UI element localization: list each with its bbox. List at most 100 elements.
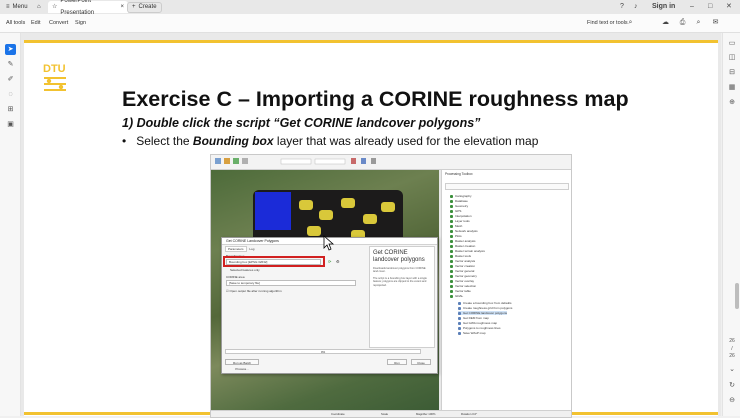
toolbox-provider-item[interactable]: Vector overlay xyxy=(450,279,474,283)
toolbox-group-icon xyxy=(450,199,453,203)
batch-process-button[interactable]: Run as Batch Process... xyxy=(225,359,259,371)
toolbox-group-icon xyxy=(450,279,453,283)
qgis-toolbar-icons xyxy=(215,158,376,165)
toolbox-script-item[interactable]: Create a bounding box from defaults xyxy=(458,301,512,305)
toolbox-group-icon xyxy=(450,274,453,278)
status-scale: Scale xyxy=(381,412,388,416)
toolbox-group-icon xyxy=(450,244,453,248)
toolbox-group-icon xyxy=(450,204,453,208)
highlight-box xyxy=(223,256,325,267)
cloud-upload-icon[interactable]: ☁ xyxy=(661,18,670,27)
star-icon: ☆ xyxy=(52,4,58,10)
script-icon xyxy=(458,331,461,335)
chevron-down-icon[interactable]: ⌄ xyxy=(727,365,737,375)
toolbox-provider-item[interactable]: Interpolation xyxy=(450,214,472,218)
find-tools-label[interactable]: Find text or tools xyxy=(587,17,628,29)
tab-powerpoint-presentation[interactable]: ☆ PowerPoint Presentation × xyxy=(48,0,128,16)
toolbox-provider-item[interactable]: Database xyxy=(450,199,468,203)
bell-icon[interactable]: ♪ xyxy=(634,1,638,13)
menu-icon: ≡ xyxy=(6,4,10,10)
toolbox-provider-item[interactable]: Geometry xyxy=(450,204,468,208)
toolbox-group-icon xyxy=(450,289,453,293)
selected-only-checkbox[interactable]: Selected features only xyxy=(230,268,260,272)
refresh-icon[interactable]: ↻ xyxy=(727,381,737,391)
tab-parameters[interactable]: Parameters xyxy=(225,246,247,252)
toolbox-provider-item[interactable]: Raster analysis xyxy=(450,239,476,243)
toolbox-provider-item[interactable]: Vector general xyxy=(450,269,474,273)
toolbox-provider-item[interactable]: Raster tools xyxy=(450,254,471,258)
lasso-icon[interactable]: ◌ xyxy=(5,89,16,100)
toolbox-provider-item[interactable]: Plots xyxy=(450,234,462,238)
print-icon[interactable]: ⎙ xyxy=(678,18,687,27)
share-icon[interactable]: ✉ xyxy=(711,18,720,27)
toolbox-provider-item[interactable]: Cartography xyxy=(450,194,472,198)
thumbnails-icon[interactable]: ▦ xyxy=(727,83,737,93)
all-tools-menu[interactable]: All tools xyxy=(6,17,25,29)
tab-log[interactable]: Log xyxy=(247,247,256,251)
qgis-statusbar: Coordinate Scale Magnifier 100% Rotation… xyxy=(211,410,571,417)
pen-icon[interactable]: ✐ xyxy=(5,74,16,85)
create-button[interactable]: + Create xyxy=(127,2,162,13)
wrench-icon[interactable]: ⚙ xyxy=(336,259,340,264)
toolbox-script-item[interactable]: Get GWA roughness map xyxy=(458,321,497,325)
toolbox-script-item[interactable]: Get CORINE landcover polygons xyxy=(458,311,508,315)
select-cursor-icon[interactable]: ➤ xyxy=(5,44,16,55)
toolbox-provider-item[interactable]: GPS xyxy=(450,209,461,213)
iterate-icon[interactable]: ⟳ xyxy=(328,259,331,264)
slide-title: Exercise C – Importing a CORINE roughnes… xyxy=(122,87,629,111)
toolbox-provider-item[interactable]: Vector table xyxy=(450,289,471,293)
bookmark-icon[interactable]: ⊟ xyxy=(727,68,737,78)
search-doc-icon[interactable]: ⌕ xyxy=(694,18,703,27)
close-button[interactable]: Close xyxy=(411,359,431,365)
text-select-icon[interactable]: ⊞ xyxy=(5,104,16,115)
comments-panel-icon[interactable]: ▭ xyxy=(727,39,737,49)
run-button[interactable]: Run xyxy=(387,359,407,365)
document-viewer[interactable]: DTU Exercise C – Importing a CORINE roug… xyxy=(21,33,739,418)
search-icon[interactable]: ⌕ xyxy=(626,18,635,27)
convert-menu[interactable]: Convert xyxy=(49,17,68,29)
toolbox-script-item[interactable]: Create roughness grid from polygons xyxy=(458,306,512,310)
chat-icon[interactable]: ◫ xyxy=(727,53,737,63)
window-close-icon[interactable]: ✕ xyxy=(726,1,732,13)
tab-menu[interactable]: ≡ Menu xyxy=(2,1,32,13)
water-area xyxy=(255,192,291,230)
toolbox-group-icon xyxy=(450,234,453,238)
toolbox-provider-item[interactable]: Mesh xyxy=(450,224,462,228)
sign-in-button[interactable]: Sign in xyxy=(652,1,675,13)
toolbox-provider-item[interactable]: Raster creation xyxy=(450,244,475,248)
toolbox-provider-item[interactable]: GDAL xyxy=(450,294,463,298)
slide-page: DTU Exercise C – Importing a CORINE roug… xyxy=(24,40,718,418)
edit-menu[interactable]: Edit xyxy=(31,17,40,29)
sign-menu[interactable]: Sign xyxy=(75,17,86,29)
toolbox-search-input[interactable] xyxy=(445,183,569,190)
toolbox-group-icon xyxy=(450,294,453,298)
minimize-icon[interactable]: – xyxy=(690,1,694,13)
toolbox-provider-item[interactable]: Vector analysis xyxy=(450,259,475,263)
open-after-checkbox[interactable]: ☑ Open output file after running algorit… xyxy=(226,289,282,293)
toolbox-group-icon xyxy=(450,219,453,223)
help-icon[interactable]: ? xyxy=(620,1,624,13)
help-text-2: The script is a bounding box layer with … xyxy=(373,277,427,287)
toolbox-script-item[interactable]: Polygons to roughness lines xyxy=(458,326,501,330)
close-tab-icon[interactable]: × xyxy=(120,1,124,13)
toolbox-provider-item[interactable]: Network analysis xyxy=(450,229,478,233)
toolbox-group-icon xyxy=(450,224,453,228)
toolbox-provider-item[interactable]: Vector creation xyxy=(450,264,475,268)
toolbox-provider-item[interactable]: Vector selection xyxy=(450,284,476,288)
toolbox-script-item[interactable]: Get DEM from map xyxy=(458,316,489,320)
output-label: CORINE area xyxy=(226,275,245,279)
zoom-icon[interactable]: ⊖ xyxy=(727,396,737,406)
toolbox-provider-item[interactable]: Raster terrain analysis xyxy=(450,249,485,253)
comment-icon[interactable]: ✎ xyxy=(5,59,16,70)
vertical-scrollbar[interactable] xyxy=(735,283,739,309)
toolbox-script-item[interactable]: Save WAsP map xyxy=(458,331,486,335)
toolbox-provider-item[interactable]: Vector geometry xyxy=(450,274,477,278)
svg-text:DTU: DTU xyxy=(43,63,66,75)
attachments-icon[interactable]: ⊕ xyxy=(727,98,737,108)
maximize-icon[interactable]: □ xyxy=(708,1,712,13)
page-total: 26 xyxy=(729,353,735,359)
toolbox-provider-item[interactable]: Layer tools xyxy=(450,219,470,223)
home-tab-icon[interactable]: ⌂ xyxy=(33,1,45,13)
stamp-icon[interactable]: ▣ xyxy=(5,119,16,130)
output-file-field[interactable]: [Save to temporary file] xyxy=(226,280,356,286)
